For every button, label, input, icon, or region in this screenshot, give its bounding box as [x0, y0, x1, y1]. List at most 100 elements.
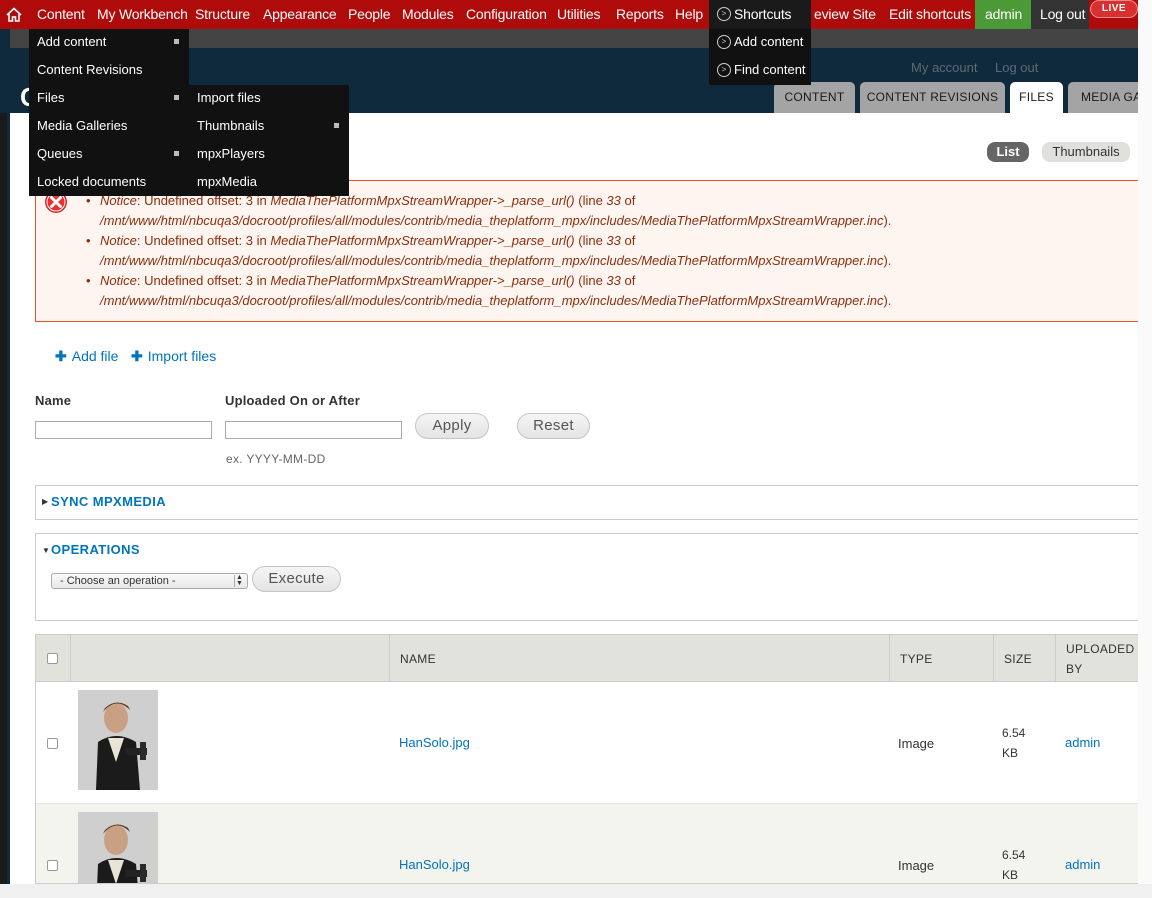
header-logout-link[interactable]: Log out	[995, 60, 1038, 75]
content-menu-media-galleries[interactable]: Media Galleries	[37, 118, 127, 133]
add-file-link[interactable]: ✚ Add file	[55, 348, 118, 365]
uploaded-by-link[interactable]: admin	[1065, 857, 1100, 872]
menu-my-workbench[interactable]: My Workbench	[97, 0, 188, 29]
date-filter-label: Uploaded On or After	[225, 393, 360, 408]
error-line-pre: (line	[574, 193, 607, 208]
table-row: HanSolo.jpg Image 6.54 KB admin	[36, 804, 1138, 883]
uploaded-column-label: UPLOADED	[1066, 642, 1135, 656]
type-column-label: TYPE	[900, 652, 933, 666]
operations-toggle[interactable]: OPERATIONS	[51, 542, 140, 557]
files-menu-thumbnails[interactable]: Thumbnails	[197, 118, 264, 133]
expanded-triangle-icon[interactable]: ▼	[42, 546, 50, 555]
file-thumbnail[interactable]	[78, 690, 158, 790]
files-table: NAME TYPE SIZE UPLOADED BY HanSolo.jpg I…	[35, 634, 1138, 884]
error-file-path: /mnt/www/html/nbcuqa3/docroot/profiles/a…	[100, 253, 884, 268]
tab-content-revisions[interactable]: CONTENT REVISIONS	[860, 82, 1005, 113]
chevron-circle-icon: >	[717, 63, 731, 77]
live-status-badge: LIVE	[1090, 0, 1138, 18]
person-photo-image	[78, 812, 158, 883]
operation-select[interactable]: - Choose an operation - ▲ ▼	[51, 573, 248, 589]
plus-icon: ✚	[131, 348, 143, 364]
sync-mpxmedia-toggle[interactable]: SYNC MPXMEDIA	[51, 494, 166, 509]
error-end: ).	[883, 213, 892, 228]
select-all-checkbox[interactable]	[47, 653, 58, 664]
my-account-link[interactable]: My account	[911, 60, 977, 75]
uploaded-by-column-header[interactable]: UPLOADED BY	[1055, 635, 1138, 682]
view-thumbnails-button[interactable]: Thumbnails	[1042, 142, 1130, 162]
menu-people[interactable]: People	[348, 0, 391, 29]
reset-button[interactable]: Reset	[517, 413, 590, 439]
tab-media-galleries[interactable]: MEDIA GA	[1068, 82, 1138, 113]
error-message-line: Notice: Undefined offset: 3 in MediaTheP…	[100, 233, 635, 248]
error-label: Notice	[100, 273, 137, 288]
error-bullet: •	[86, 273, 91, 288]
name-filter-label: Name	[35, 393, 72, 408]
content-menu-queues[interactable]: Queues	[37, 146, 83, 161]
error-file-path: /mnt/www/html/nbcuqa3/docroot/profiles/a…	[100, 293, 884, 308]
thumbnail-column-header	[70, 635, 389, 682]
uploaded-by-link[interactable]: admin	[1065, 735, 1100, 750]
error-label: Notice	[100, 233, 137, 248]
menu-appearance[interactable]: Appearance	[263, 0, 337, 29]
row-checkbox[interactable]	[47, 860, 58, 871]
size-column-header[interactable]: SIZE	[993, 635, 1055, 682]
plus-icon: ✚	[55, 348, 67, 364]
error-func: MediaThePlatformMpxStreamWrapper->_parse…	[270, 233, 575, 248]
menu-utilities[interactable]: Utilities	[557, 0, 601, 29]
logout-link[interactable]: Log out	[1031, 0, 1089, 29]
view-list-button[interactable]: List	[987, 142, 1029, 162]
menu-configuration[interactable]: Configuration	[466, 0, 547, 29]
name-column-header[interactable]: NAME	[389, 635, 889, 682]
shortcuts-toggle[interactable]: > Shortcuts	[709, 0, 811, 29]
file-name-link[interactable]: HanSolo.jpg	[399, 735, 470, 750]
by-column-label: BY	[1066, 662, 1083, 676]
error-end: ).	[883, 293, 892, 308]
error-bullet: •	[86, 233, 91, 248]
execute-button[interactable]: Execute	[252, 566, 341, 592]
file-thumbnail[interactable]	[78, 812, 158, 883]
preview-site-link[interactable]: eview Site	[814, 0, 876, 29]
tab-files[interactable]: FILES	[1010, 82, 1063, 113]
submenu-indicator-icon	[174, 39, 179, 44]
name-filter-input[interactable]	[35, 421, 212, 439]
menu-content[interactable]: Content	[37, 0, 85, 29]
shortcut-find-content[interactable]: Find content	[734, 62, 806, 77]
files-menu-import-files[interactable]: Import files	[197, 90, 261, 105]
row-checkbox[interactable]	[47, 738, 58, 749]
error-line-post: of	[620, 193, 636, 208]
window-edge	[1138, 0, 1152, 898]
menu-structure[interactable]: Structure	[195, 0, 250, 29]
person-photo-image	[78, 690, 158, 790]
files-menu-mpxplayers[interactable]: mpxPlayers	[197, 146, 265, 161]
error-line: 33	[606, 273, 621, 288]
type-column-header[interactable]: TYPE	[889, 635, 993, 682]
file-name-link[interactable]: HanSolo.jpg	[399, 857, 470, 872]
name-column-label: NAME	[400, 652, 436, 666]
error-path-line: /mnt/www/html/nbcuqa3/docroot/profiles/a…	[100, 213, 891, 228]
error-line-post: of	[620, 233, 636, 248]
shortcut-add-content[interactable]: Add content	[734, 34, 803, 49]
submenu-indicator-icon	[174, 95, 179, 100]
import-files-link[interactable]: ✚ Import files	[131, 348, 216, 365]
home-icon[interactable]	[3, 4, 25, 26]
collapsed-triangle-icon[interactable]: ▶	[42, 497, 48, 506]
date-filter-input[interactable]	[225, 421, 402, 439]
content-menu-files[interactable]: Files	[37, 90, 64, 105]
menu-help[interactable]: Help	[675, 0, 703, 29]
apply-button[interactable]: Apply	[415, 413, 489, 439]
user-account-link[interactable]: admin	[975, 0, 1031, 29]
shortcuts-label: Shortcuts	[734, 6, 792, 22]
menu-modules[interactable]: Modules	[402, 0, 454, 29]
content-menu-content-revisions[interactable]: Content Revisions	[37, 62, 143, 77]
tab-content[interactable]: CONTENT	[774, 82, 855, 113]
error-path-line: /mnt/www/html/nbcuqa3/docroot/profiles/a…	[100, 293, 891, 308]
files-menu-mpxmedia[interactable]: mpxMedia	[197, 174, 257, 189]
size-column-label: SIZE	[1004, 652, 1032, 666]
edit-shortcuts-link[interactable]: Edit shortcuts	[889, 0, 971, 29]
content-menu-locked-documents[interactable]: Locked documents	[37, 174, 146, 189]
file-size-number: 6.54	[1002, 848, 1026, 862]
logout-label: Log out	[1040, 6, 1086, 22]
file-type: Image	[898, 736, 935, 751]
menu-reports[interactable]: Reports	[616, 0, 664, 29]
content-menu-add-content[interactable]: Add content	[37, 34, 106, 49]
